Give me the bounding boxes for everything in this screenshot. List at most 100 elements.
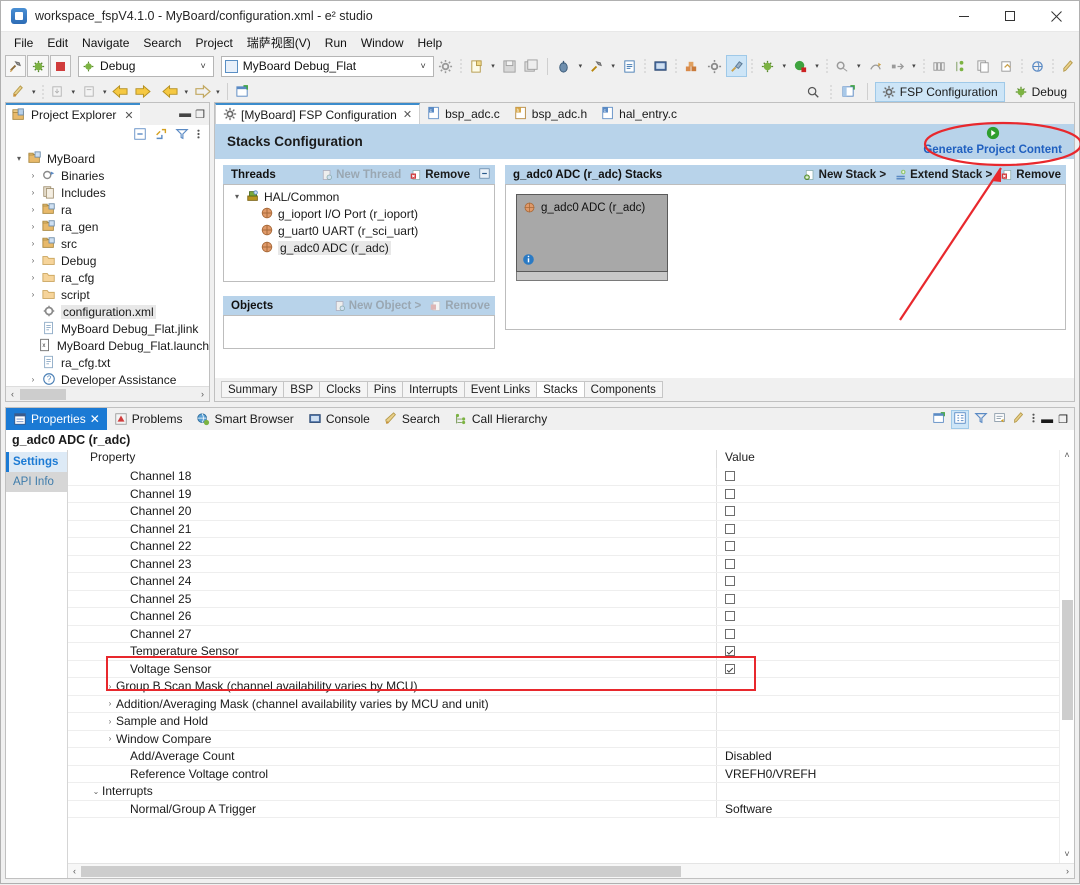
run-green-button[interactable] [790,55,811,77]
checkbox-checked[interactable] [725,646,735,657]
step-over-button[interactable] [887,55,908,77]
project-tree[interactable]: ▾ MyBoard › Binaries › Includes › ra › ra_gen › src… [6,147,209,388]
property-row[interactable]: Channel 25 [68,590,1074,608]
new-file-dropdown-icon[interactable]: ▾ [488,62,498,70]
new-stack-action[interactable]: New Stack > [803,169,886,181]
globe-button[interactable] [1027,55,1048,77]
tree-item-src[interactable]: › src [10,235,209,252]
remove-stack-action[interactable]: Remove [1001,169,1061,181]
export-button[interactable] [995,55,1016,77]
download-button[interactable] [47,81,69,103]
checkbox-unchecked[interactable] [725,488,735,499]
columns-button[interactable] [929,55,950,77]
view-tab-properties[interactable]: Properties ✕ [6,408,107,430]
property-row[interactable]: › Sample and Hold [68,713,1074,731]
forward-yellow-button[interactable] [132,81,154,103]
launch-config-combo[interactable]: MyBoard Debug_Flat ˅ [220,55,434,77]
view-tab-console[interactable]: Console [301,408,377,430]
chevron-down-icon[interactable]: ▾ [232,192,242,201]
checkbox-unchecked[interactable] [725,523,735,534]
maximize-button[interactable] [987,1,1033,32]
back-dropdown-icon[interactable]: ▾ [182,88,192,96]
chevron-right-icon[interactable]: › [104,734,116,743]
stop-button[interactable] [49,55,72,77]
scroll-thumb[interactable] [20,388,66,400]
property-row[interactable]: ⌄ Interrupts [68,783,1074,801]
build-hammer-button[interactable] [586,55,607,77]
checkbox-unchecked[interactable] [725,471,735,482]
minimize-icon[interactable]: ▬ [179,107,191,121]
debug-launch-button[interactable] [553,55,574,77]
extend-stack-action[interactable]: Extend Stack > [895,169,992,181]
tree-item-myboard[interactable]: ▾ MyBoard [10,150,209,167]
menu-navigate[interactable]: Navigate [75,34,136,52]
debug-dropdown-icon[interactable]: ▾ [576,62,586,70]
view-menu-icon[interactable] [196,127,201,144]
property-row[interactable]: Channel 26 [68,608,1074,626]
link-editor-icon[interactable] [154,127,168,144]
property-row[interactable]: Channel 27 [68,625,1074,643]
blocks-button[interactable] [681,55,702,77]
skip-dropdown-icon[interactable]: ▾ [854,62,864,70]
property-row[interactable]: Channel 18 [68,468,1074,486]
menu-window[interactable]: Window [354,34,411,52]
open-perspective-icon[interactable] [838,81,860,103]
thread-item-1[interactable]: g_ioport I/O Port (r_ioport) [230,205,494,222]
tree-item-script[interactable]: › script [10,286,209,303]
side-tab-settings[interactable]: Settings [6,452,67,472]
filter-icon[interactable] [175,127,189,144]
launch-mode-combo[interactable]: Debug ˅ [78,55,214,77]
pencil-button[interactable] [1058,55,1079,77]
perspective-fsp-configuration[interactable]: FSP Configuration [874,81,1005,102]
tree-item-ra-cfg[interactable]: › ra_cfg [10,269,209,286]
forward-dropdown-icon[interactable]: ▾ [213,88,223,96]
close-icon[interactable]: ✕ [90,412,100,426]
scroll-left-icon[interactable]: ‹ [68,866,81,876]
minimize-icon[interactable]: ▬ [1041,413,1053,425]
side-tab-api-info[interactable]: API Info [6,472,67,492]
back-yellow-button[interactable] [110,81,132,103]
generate-project-content[interactable]: Generate Project Content [923,126,1062,156]
checkbox-unchecked[interactable] [725,611,735,622]
checkbox-unchecked[interactable] [725,576,735,587]
property-row[interactable]: Channel 23 [68,555,1074,573]
tree-item-ra-cfg-txt[interactable]: ra_cfg.txt [10,354,209,371]
save-button[interactable] [499,55,520,77]
close-icon[interactable]: ✕ [124,109,133,122]
chevron-right-icon[interactable]: › [28,239,38,248]
thread-item-3[interactable]: g_adc0 ADC (r_adc) [230,239,494,256]
config-tab-clocks[interactable]: Clocks [319,381,367,398]
chevron-right-icon[interactable]: › [28,171,38,180]
config-tab-pins[interactable]: Pins [366,381,403,398]
editor-tab-myboard-fsp-configuration[interactable]: [MyBoard] FSP Configuration ✕ [215,103,421,124]
download-dropdown-icon[interactable]: ▾ [69,88,79,96]
menu-search[interactable]: Search [136,34,188,52]
stack-block[interactable]: g_adc0 ADC (r_adc) [516,194,668,281]
property-row[interactable]: Add/Average Count Disabled [68,748,1074,766]
scroll-left-icon[interactable]: ‹ [6,389,19,399]
menu-edit[interactable]: Edit [40,34,75,52]
property-row[interactable]: Voltage Sensor [68,660,1074,678]
property-row[interactable]: Temperature Sensor [68,643,1074,661]
back-button[interactable] [160,81,182,103]
debug-button[interactable] [27,55,49,77]
restore-icon[interactable] [993,411,1007,428]
pin-icon[interactable] [1012,411,1026,428]
skip-breakpoints-button[interactable] [832,55,853,77]
menu-help[interactable]: Help [411,34,450,52]
collapse-icon[interactable] [479,167,490,182]
tree-mode-icon[interactable] [951,409,970,429]
thread-item-0[interactable]: ▾ HAL/Common [230,188,494,205]
property-row[interactable]: › Window Compare [68,730,1074,748]
checkbox-checked[interactable] [725,663,735,674]
scroll-thumb[interactable] [81,865,681,877]
run-bug-dropdown-icon[interactable]: ▾ [779,62,789,70]
save-all-button[interactable] [521,55,542,77]
project-explorer-hscrollbar[interactable]: ‹ › [6,386,209,401]
tree-item-includes[interactable]: › Includes [10,184,209,201]
tree-item-configuration-xml[interactable]: configuration.xml [10,303,209,320]
tab-project-explorer[interactable]: Project Explorer ✕ [6,103,140,125]
config-tab-bsp[interactable]: BSP [283,381,320,398]
pencil-dropdown-icon[interactable]: ▾ [29,88,39,96]
property-row[interactable]: › Group B Scan Mask (channel availability… [68,678,1074,696]
